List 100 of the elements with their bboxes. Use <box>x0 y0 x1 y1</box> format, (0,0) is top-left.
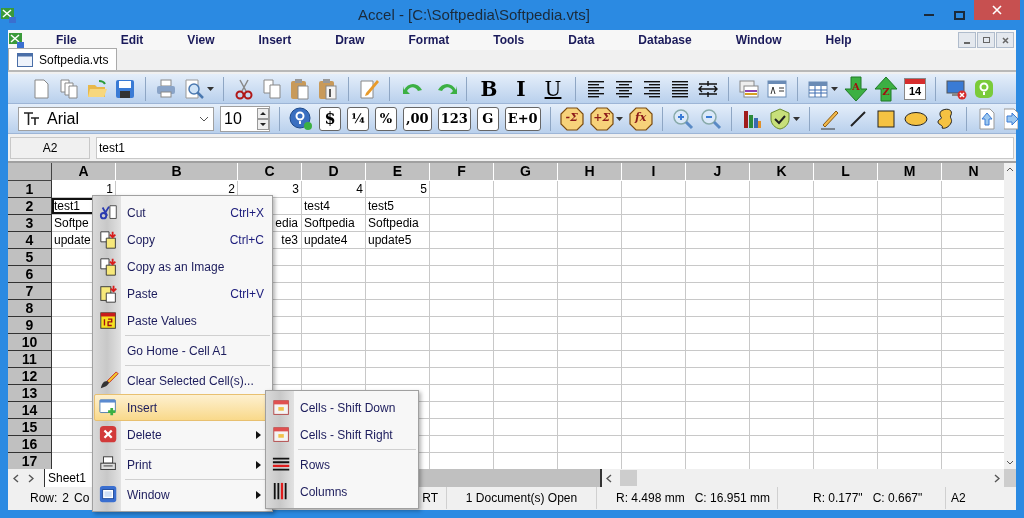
menu-item[interactable]: Go Home - Cell A1 <box>94 337 271 364</box>
menu-item[interactable]: View <box>165 31 237 49</box>
table-cell[interactable]: test5 <box>366 198 430 214</box>
percent-button[interactable]: % <box>375 106 397 131</box>
table-cell[interactable]: update4 <box>302 232 366 248</box>
document-right-arrow-icon[interactable] <box>1003 107 1018 130</box>
form-icon[interactable] <box>766 77 788 100</box>
underline-button[interactable]: U <box>540 76 566 101</box>
copy-documents-icon[interactable] <box>58 77 80 100</box>
minimize-button[interactable] <box>958 32 976 48</box>
row-header[interactable]: 8 <box>8 300 52 317</box>
scrollbar-thumb[interactable] <box>620 470 638 486</box>
column-header[interactable]: G <box>494 163 558 181</box>
menu-item[interactable]: Paste Values <box>94 307 271 334</box>
menu-item[interactable]: Rows <box>267 451 417 478</box>
column-header[interactable]: H <box>558 163 622 181</box>
scientific-button[interactable]: E+0 <box>504 106 541 131</box>
function-button[interactable]: fx <box>628 106 653 131</box>
document-tab[interactable]: Softpedia.vts <box>8 48 118 70</box>
menu-item[interactable]: Clear Selected Cell(s)... <box>94 367 271 394</box>
row-header[interactable]: 16 <box>8 436 52 453</box>
close-button[interactable] <box>996 32 1014 48</box>
caret-icon[interactable] <box>207 86 214 91</box>
row-header[interactable]: 3 <box>8 215 52 232</box>
menu-item[interactable]: Help <box>803 31 874 49</box>
row-header[interactable]: 10 <box>8 334 52 351</box>
menu-item[interactable]: Draw <box>313 31 387 49</box>
menu-item[interactable]: Cells - Shift Right <box>267 421 417 448</box>
bold-button[interactable]: B <box>476 76 502 101</box>
windows-icon[interactable] <box>738 77 760 100</box>
column-header[interactable]: L <box>814 163 878 181</box>
column-header[interactable]: J <box>686 163 750 181</box>
chevron-right-icon[interactable] <box>28 473 34 483</box>
restore-button[interactable] <box>977 32 995 48</box>
row-header[interactable]: 1 <box>8 181 52 198</box>
table-cell[interactable]: Softpedia <box>302 215 366 231</box>
zoom-in-icon[interactable] <box>671 107 694 130</box>
row-header[interactable]: 6 <box>8 266 52 283</box>
print-preview-icon[interactable] <box>183 77 205 100</box>
caret-icon[interactable] <box>615 116 623 121</box>
column-header[interactable]: A <box>52 163 116 181</box>
decimal-button[interactable]: ,00 <box>403 106 432 131</box>
row-header[interactable]: 14 <box>8 402 52 419</box>
table-cell[interactable]: update5 <box>366 232 430 248</box>
menu-item[interactable]: Tools <box>471 31 547 49</box>
column-header[interactable]: F <box>430 163 494 181</box>
table-cell[interactable]: Softpedia <box>366 215 430 231</box>
menu-item[interactable]: Paste Ctrl+V <box>94 280 271 307</box>
paste-special-icon[interactable] <box>317 77 339 100</box>
italic-button[interactable]: I <box>508 76 534 101</box>
row-header[interactable]: 5 <box>8 249 52 266</box>
menu-item[interactable]: Columns <box>267 478 417 505</box>
cell-name-field[interactable]: A2 <box>10 137 90 159</box>
font-size-field[interactable]: 10 <box>220 105 270 132</box>
paste-icon[interactable] <box>289 77 311 100</box>
caret-icon[interactable] <box>831 86 838 91</box>
menu-item[interactable]: Window <box>713 31 804 49</box>
close-button[interactable] <box>974 0 1020 20</box>
copy-icon[interactable] <box>261 77 283 100</box>
column-header[interactable]: E <box>366 163 430 181</box>
number-format-button[interactable]: 123 <box>437 106 471 131</box>
row-header[interactable]: 9 <box>8 317 52 334</box>
row-header[interactable]: 7 <box>8 283 52 300</box>
calendar-button[interactable]: 14 <box>904 77 926 100</box>
formula-field[interactable]: test1 <box>96 137 1014 159</box>
save-icon[interactable] <box>114 77 136 100</box>
monitor-close-icon[interactable] <box>945 77 967 100</box>
column-header[interactable]: M <box>878 163 942 181</box>
table-cell[interactable]: 4 <box>302 181 366 197</box>
menu-item[interactable]: File <box>34 31 99 49</box>
column-header[interactable]: D <box>302 163 366 181</box>
column-header[interactable]: C <box>238 163 302 181</box>
menu-item[interactable]: Data <box>546 31 617 49</box>
caret-icon[interactable] <box>792 116 800 121</box>
menu-item[interactable]: Insert <box>236 31 314 49</box>
printer-icon[interactable] <box>155 77 177 100</box>
menu-item[interactable]: Copy as an Image <box>94 253 271 280</box>
table-cell[interactable]: 5 <box>366 181 430 197</box>
menu-item[interactable]: Format <box>386 31 472 49</box>
fraction-button[interactable]: ¼ <box>347 106 369 131</box>
currency-button[interactable]: $ <box>319 106 341 131</box>
row-header[interactable]: 12 <box>8 368 52 385</box>
column-header[interactable]: K <box>750 163 814 181</box>
chevron-left-icon[interactable] <box>13 473 19 483</box>
add-sum-button[interactable]: +Σ <box>589 106 614 131</box>
column-header[interactable]: B <box>116 163 238 181</box>
row-header[interactable]: 13 <box>8 385 52 402</box>
spinner-icon[interactable] <box>257 107 269 130</box>
shield-check-icon[interactable] <box>768 107 791 130</box>
menu-item[interactable]: Edit <box>98 31 166 49</box>
row-header[interactable]: 17 <box>8 453 52 469</box>
row-header[interactable]: 2 <box>8 198 52 215</box>
sheet-tab[interactable]: Sheet1 <box>44 469 93 487</box>
row-header[interactable]: 15 <box>8 419 52 436</box>
row-header[interactable]: 11 <box>8 351 52 368</box>
row-header[interactable]: 4 <box>8 232 52 249</box>
table-cell[interactable]: test4 <box>302 198 366 214</box>
column-header[interactable]: I <box>622 163 686 181</box>
remove-sum-button[interactable]: -Σ <box>559 106 584 131</box>
rectangle-icon[interactable] <box>874 107 897 130</box>
